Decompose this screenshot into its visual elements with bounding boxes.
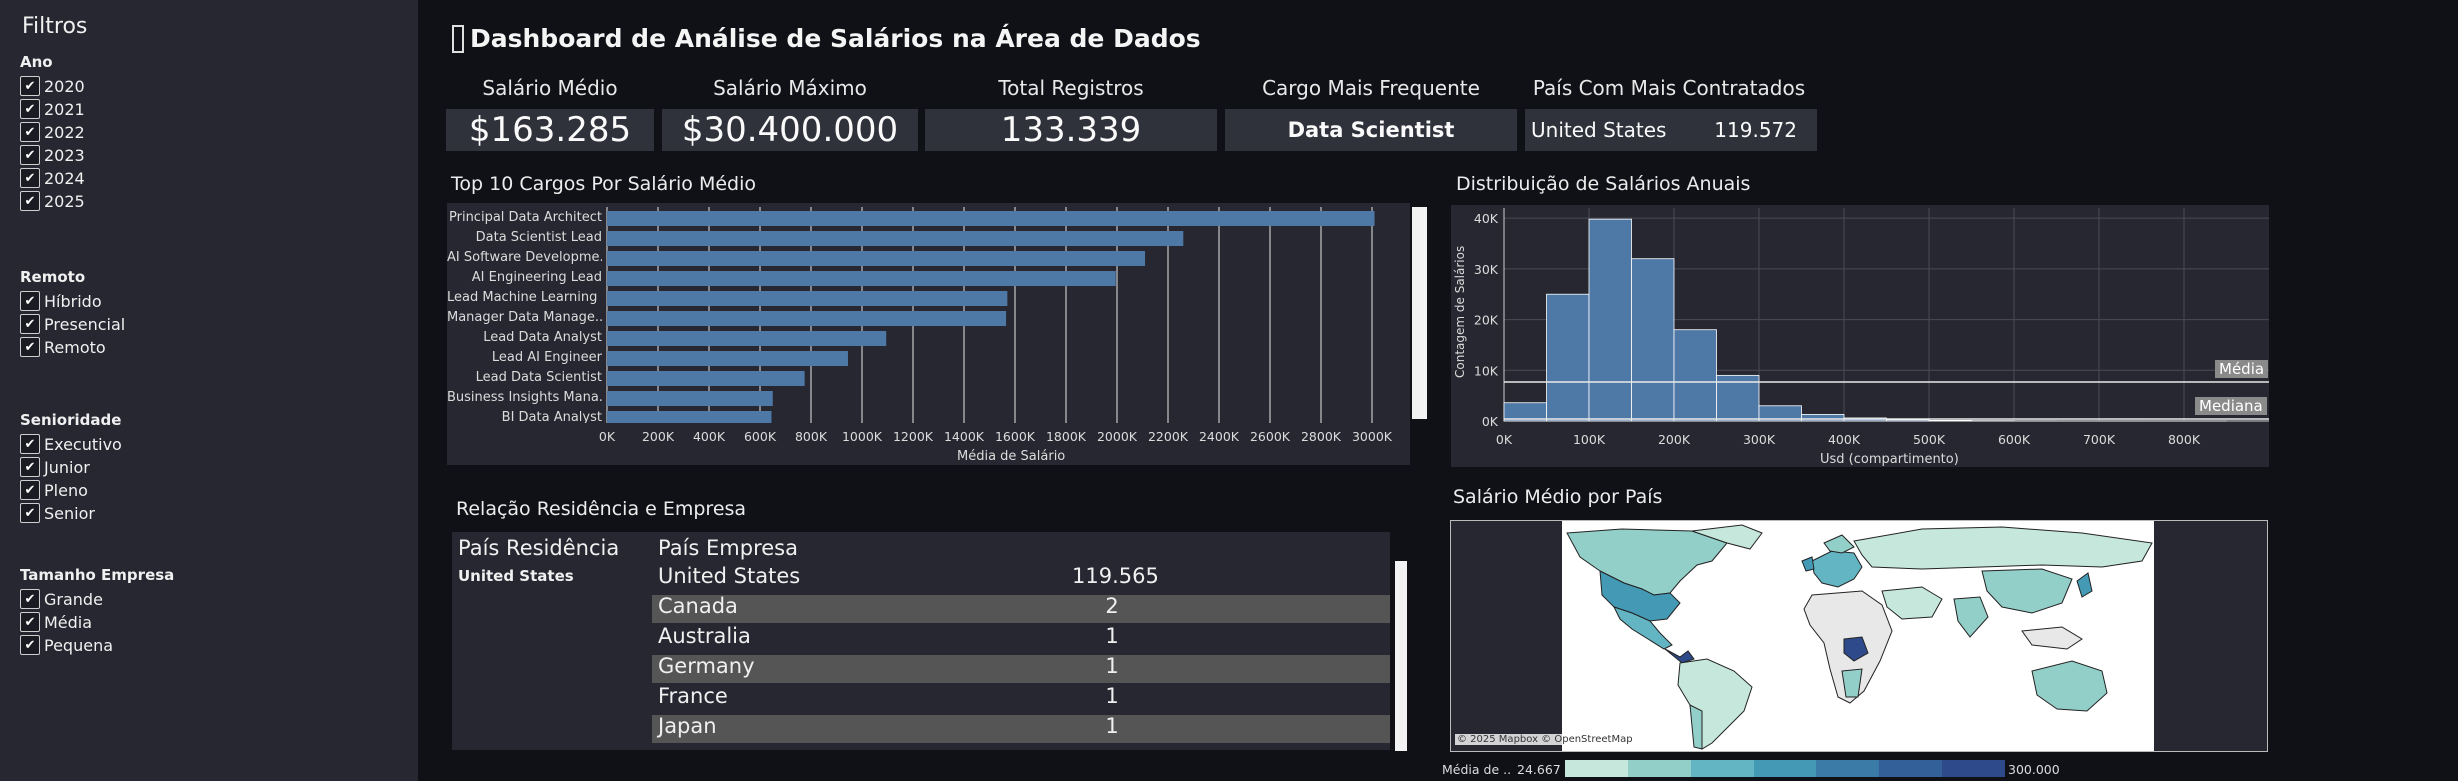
map-title: Salário Médio por País [1453, 486, 1663, 508]
table-row-count: 1 [1105, 714, 1119, 738]
x-tick-label: 700K [2083, 432, 2116, 447]
residence-title: Relação Residência e Empresa [456, 498, 747, 520]
x-tick-label: 200K [1658, 432, 1691, 447]
x-tick-label: 0K [1496, 432, 1513, 447]
y-tick-label: 20K [1474, 313, 1499, 328]
legend-color-step [1565, 760, 1628, 777]
histogram-bin [1928, 419, 1972, 422]
world-map[interactable] [1562, 521, 2154, 751]
x-tick-label: 400K [1828, 432, 1861, 447]
residence-scrollbar[interactable] [1395, 561, 1407, 751]
histogram-bin [1886, 419, 1930, 422]
legend-color-step [1753, 760, 1817, 777]
legend-color-step [1879, 760, 1943, 777]
histogram-ylabel: Contagem de Salários [1453, 245, 1467, 378]
histogram-bin [1588, 218, 1632, 422]
y-tick-label: 40K [1474, 211, 1499, 226]
y-tick-label: 0K [1482, 414, 1499, 429]
map-legend-label: Média de .. [1442, 762, 1512, 777]
table-row-country: Australia [658, 624, 751, 648]
x-tick-label: 300K [1743, 432, 1776, 447]
table-row-stripe [652, 715, 1390, 743]
legend-color-step [1690, 760, 1754, 777]
map-legend-max: 300.000 [2008, 762, 2060, 777]
map-legend-min: 24.667 [1517, 762, 1561, 777]
mean-badge: Média [2215, 360, 2269, 378]
x-tick-label: 600K [1998, 432, 2031, 447]
table-row-stripe [652, 655, 1390, 683]
table-row-country: Japan [658, 714, 717, 738]
table-row-count: 119.565 [1072, 564, 1159, 588]
x-tick-label: 100K [1573, 432, 1606, 447]
table-row-country: Canada [658, 594, 738, 618]
table-row-count: 1 [1105, 654, 1119, 678]
residence-country: United States [458, 567, 574, 585]
table-row-country: United States [658, 564, 801, 588]
map-attribution: © 2025 Mapbox © OpenStreetMap [1455, 734, 1635, 745]
legend-color-step [1942, 760, 2006, 777]
histogram-bin [1673, 329, 1717, 422]
x-tick-label: 800K [2168, 432, 2201, 447]
median-badge: Mediana [2195, 397, 2267, 415]
country-south-africa [1841, 668, 1863, 698]
table-row-count: 1 [1105, 624, 1119, 648]
col-residence-header: País Residência [458, 536, 620, 560]
legend-color-step [1627, 760, 1691, 777]
map-legend-colorbar [1565, 760, 2006, 777]
col-company-header: País Empresa [658, 536, 798, 560]
histogram-xlabel: Usd (compartimento) [1820, 452, 1959, 467]
x-tick-label: 500K [1913, 432, 1946, 447]
table-row-count: 1 [1105, 684, 1119, 708]
table-row-count: 2 [1105, 594, 1119, 618]
histogram-bin [1546, 293, 1590, 422]
y-tick-label: 30K [1474, 262, 1499, 277]
table-row-country: Germany [658, 654, 755, 678]
histogram-bin [1801, 414, 1845, 422]
table-row-country: France [658, 684, 728, 708]
histogram-bin [1631, 258, 1675, 422]
legend-color-step [1816, 760, 1880, 777]
table-row-stripe [652, 595, 1390, 623]
y-tick-label: 10K [1474, 363, 1499, 378]
